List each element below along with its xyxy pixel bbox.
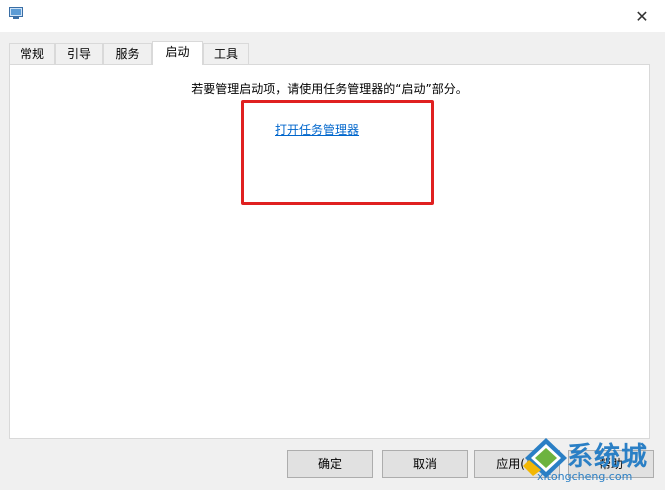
tab-services[interactable]: 服务	[103, 43, 152, 64]
close-button[interactable]: ✕	[619, 0, 665, 32]
startup-info-text: 若要管理启动项，请使用任务管理器的“启动”部分。	[191, 82, 468, 96]
tab-boot[interactable]: 引导	[55, 43, 103, 64]
watermark-subtitle: xitongcheng.com	[537, 470, 633, 483]
open-task-manager-link[interactable]: 打开任务管理器	[275, 121, 359, 138]
startup-panel: 若要管理启动项，请使用任务管理器的“启动”部分。 打开任务管理器	[9, 64, 650, 439]
watermark-title: 系统城	[567, 442, 649, 472]
watermark: 系统城 xitongcheng.com	[523, 436, 663, 488]
cancel-button[interactable]: 取消	[382, 450, 468, 478]
ok-button[interactable]: 确定	[287, 450, 373, 478]
tab-startup[interactable]: 启动	[152, 41, 203, 65]
tab-general[interactable]: 常规	[9, 43, 55, 64]
tab-strip: 常规 引导 服务 启动 工具	[9, 41, 649, 65]
title-bar: ✕	[0, 0, 665, 32]
tab-tools[interactable]: 工具	[203, 43, 249, 64]
msconfig-icon	[9, 7, 23, 19]
system-configuration-window: ✕ 常规 引导 服务 启动 工具 若要管理启动项，请使用任务管理器的“启动”部分…	[0, 0, 665, 490]
red-highlight-box	[241, 100, 434, 205]
close-icon: ✕	[635, 6, 649, 26]
